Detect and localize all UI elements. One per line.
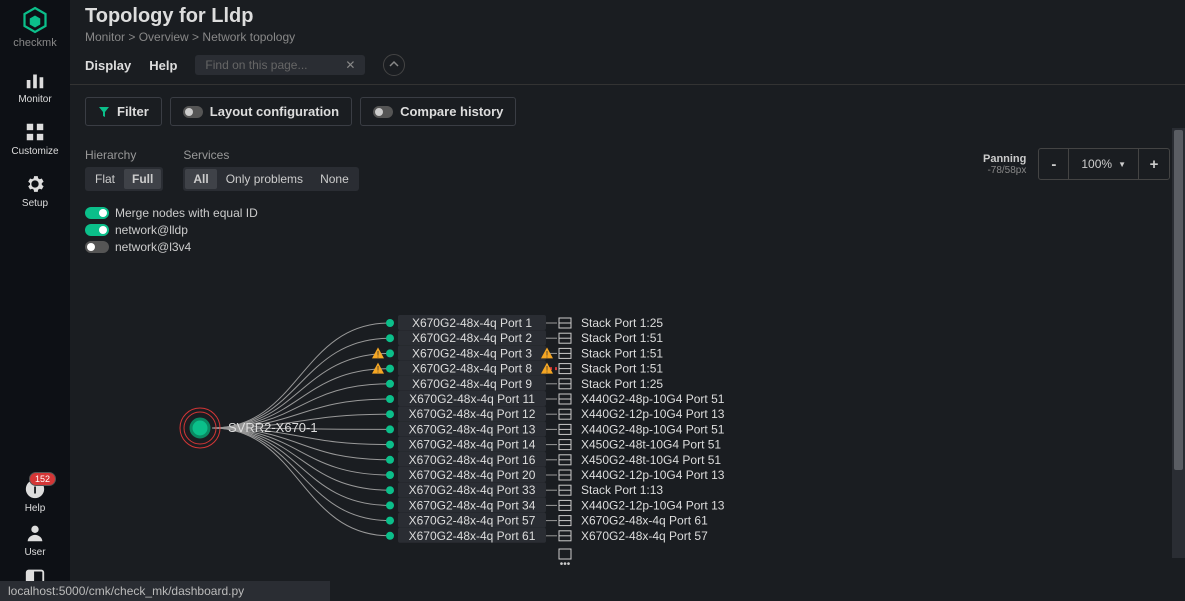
services-segment: All Only problems None [183,167,358,191]
svg-text:X670G2-48x-4q Port 57: X670G2-48x-4q Port 57 [409,514,536,528]
svg-text:•••: ••• [560,559,571,570]
hierarchy-label: Hierarchy [85,148,163,162]
svg-text:Stack Port 1:51: Stack Port 1:51 [581,362,663,376]
services-all[interactable]: All [185,169,216,189]
svg-text:!: ! [377,365,380,375]
nav-label: Help [25,503,46,514]
svg-text:X670G2-48x-4q Port 8: X670G2-48x-4q Port 8 [412,362,532,376]
svg-text:X440G2-12p-10G4 Port 13: X440G2-12p-10G4 Port 13 [581,468,725,482]
svg-text:X670G2-48x-4q Port 61: X670G2-48x-4q Port 61 [409,529,536,543]
bars-icon [24,69,46,91]
topology-graph[interactable]: SVRR2-X670-1 X670G2-48x-4q Port 1 Stack Po… [70,228,1170,593]
zoom-out-button[interactable]: - [1039,149,1069,179]
svg-text:Stack Port 1:13: Stack Port 1:13 [581,483,663,497]
svg-text:X440G2-48p-10G4 Port 51: X440G2-48p-10G4 Port 51 [581,392,725,406]
page-title: Topology for Lldp [85,5,1170,28]
svg-text:X670G2-48x-4q Port 14: X670G2-48x-4q Port 14 [409,438,536,452]
svg-text:X670G2-48x-4q Port 11: X670G2-48x-4q Port 11 [409,392,535,406]
search-input[interactable] [205,58,335,72]
hierarchy-flat[interactable]: Flat [87,169,123,189]
breadcrumb[interactable]: Monitor > Overview > Network topology [85,30,1170,44]
filter-button[interactable]: Filter [85,97,162,126]
svg-text:Stack Port 1:25: Stack Port 1:25 [581,316,663,330]
zoom-in-button[interactable]: + [1139,149,1169,179]
logo[interactable]: checkmk [13,5,56,49]
toggle-icon [373,106,393,118]
svg-text:X670G2-48x-4q Port 9: X670G2-48x-4q Port 9 [412,377,532,391]
checkmk-logo-icon [20,5,50,35]
menu-display[interactable]: Display [85,58,131,73]
svg-text:X670G2-48x-4q Port 61: X670G2-48x-4q Port 61 [581,514,708,528]
svg-text:!: ! [377,349,380,359]
svg-text:X670G2-48x-4q Port 13: X670G2-48x-4q Port 13 [409,422,536,436]
menu-help[interactable]: Help [149,58,177,73]
user-icon [24,522,46,544]
svg-text:Stack Port 1:25: Stack Port 1:25 [581,377,663,391]
panning-info: Panning -78/58px [983,153,1026,176]
search-box: ✕ [195,55,365,75]
svg-text:!: ! [546,349,549,359]
nav-label: Customize [11,146,58,157]
hierarchy-full[interactable]: Full [124,169,161,189]
services-problems[interactable]: Only problems [218,169,311,189]
svg-text:X440G2-12p-10G4 Port 13: X440G2-12p-10G4 Port 13 [581,498,725,512]
svg-text:X440G2-48p-10G4 Port 51: X440G2-48p-10G4 Port 51 [581,422,725,436]
svg-text:X670G2-48x-4q Port 57: X670G2-48x-4q Port 57 [581,529,708,543]
scrollbar[interactable] [1172,128,1185,558]
svg-text:X670G2-48x-4q Port 16: X670G2-48x-4q Port 16 [409,453,536,467]
layout-config-button[interactable]: Layout configuration [170,97,352,126]
logo-text: checkmk [13,37,56,49]
sidebar-item-help[interactable]: 152 i Help [24,478,46,514]
switch-icon [85,207,109,219]
chevron-down-icon [389,60,399,70]
expand-button[interactable] [383,54,405,76]
toggle-icon [183,106,203,118]
zoom-level-dropdown[interactable]: 100%▼ [1069,149,1139,179]
services-none[interactable]: None [312,169,357,189]
nav-label: Monitor [18,94,51,105]
svg-text:X670G2-48x-4q Port 2: X670G2-48x-4q Port 2 [412,331,532,345]
clear-search-icon[interactable]: ✕ [345,58,355,72]
svg-text:X670G2-48x-4q Port 3: X670G2-48x-4q Port 3 [412,346,532,360]
svg-text:X450G2-48t-10G4 Port 51: X450G2-48t-10G4 Port 51 [581,453,721,467]
svg-text:X670G2-48x-4q Port 1: X670G2-48x-4q Port 1 [412,316,532,330]
grid-icon [24,121,46,143]
svg-text:X450G2-48t-10G4 Port 51: X450G2-48t-10G4 Port 51 [581,438,721,452]
gear-icon [24,173,46,195]
sidebar-item-user[interactable]: User [24,522,46,558]
status-bar: localhost:5000/cmk/check_mk/dashboard.py [0,581,330,601]
sidebar-item-monitor[interactable]: Monitor [18,69,51,105]
filter-icon [98,106,110,118]
nav-label: User [24,547,45,558]
svg-text:X670G2-48x-4q Port 34: X670G2-48x-4q Port 34 [409,498,536,512]
scrollbar-thumb[interactable] [1174,130,1183,470]
compare-history-button[interactable]: Compare history [360,97,516,126]
svg-text:Stack Port 1:51: Stack Port 1:51 [581,331,663,345]
help-badge-count: 152 [29,472,56,486]
svg-text:X670G2-48x-4q Port 20: X670G2-48x-4q Port 20 [409,468,536,482]
svg-text:SVRR2-X670-1: SVRR2-X670-1 [228,420,318,435]
svg-text:!: ! [546,365,549,375]
svg-text:X440G2-12p-10G4 Port 13: X440G2-12p-10G4 Port 13 [581,407,725,421]
svg-text:X670G2-48x-4q Port 12: X670G2-48x-4q Port 12 [409,407,536,421]
sidebar-item-setup[interactable]: Setup [22,173,48,209]
sidebar: checkmk Monitor Customize Setup 152 i He… [0,0,70,601]
hierarchy-segment: Flat Full [85,167,163,191]
services-label: Services [183,148,358,162]
nav-label: Setup [22,198,48,209]
sidebar-item-customize[interactable]: Customize [11,121,58,157]
svg-text:Stack Port 1:51: Stack Port 1:51 [581,346,663,360]
svg-text:X670G2-48x-4q Port 33: X670G2-48x-4q Port 33 [409,483,536,497]
toggle-merge-nodes[interactable]: Merge nodes with equal ID [85,206,1170,220]
